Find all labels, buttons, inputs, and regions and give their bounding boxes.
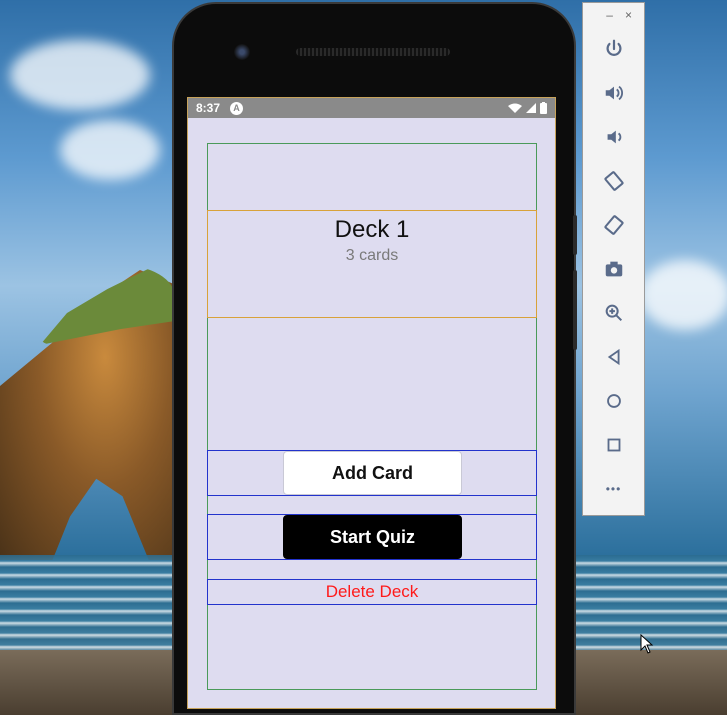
more-icon[interactable]: ••• [583, 467, 644, 511]
phone-side-button [573, 215, 577, 255]
wallpaper-cloud [640, 260, 727, 330]
power-icon[interactable] [583, 27, 644, 71]
deck-card-count: 3 cards [345, 247, 399, 264]
camera-icon[interactable] [583, 247, 644, 291]
mouse-cursor-icon [640, 634, 654, 654]
add-card-row: Add Card [207, 450, 537, 496]
volume-down-icon[interactable] [583, 115, 644, 159]
delete-deck-row: Delete Deck [207, 579, 537, 605]
emulator-toolbar: – × ••• [582, 2, 645, 516]
volume-up-icon[interactable] [583, 71, 644, 115]
deck-header: Deck 1 3 cards [207, 210, 537, 318]
earpiece-speaker [296, 48, 450, 56]
start-quiz-row: Start Quiz [207, 514, 537, 560]
minimize-icon[interactable]: – [606, 8, 613, 22]
add-card-button[interactable]: Add Card [283, 451, 462, 495]
delete-deck-button[interactable]: Delete Deck [208, 580, 536, 604]
home-icon[interactable] [583, 379, 644, 423]
deck-title: Deck 1 [334, 216, 410, 243]
rotate-right-icon[interactable] [583, 203, 644, 247]
status-indicators [508, 102, 547, 114]
wallpaper-cloud [10, 40, 150, 110]
overview-icon[interactable] [583, 423, 644, 467]
app-screen: 8:37 A Deck 1 3 cards Add Card Start Qui… [187, 97, 556, 709]
cell-signal-icon [526, 103, 536, 113]
close-icon[interactable]: × [625, 8, 632, 22]
launcher-notification-icon: A [230, 101, 244, 115]
phone-side-button [573, 270, 577, 350]
status-time: 8:37 [196, 101, 221, 115]
zoom-icon[interactable] [583, 291, 644, 335]
front-camera-icon [234, 44, 250, 60]
back-icon[interactable] [583, 335, 644, 379]
wifi-icon [508, 103, 522, 113]
toolbar-window-controls: – × [583, 3, 644, 27]
wallpaper-cloud [60, 120, 160, 180]
status-bar: 8:37 A [188, 98, 555, 118]
start-quiz-button[interactable]: Start Quiz [283, 515, 462, 559]
rotate-left-icon[interactable] [583, 159, 644, 203]
battery-icon [540, 102, 547, 114]
